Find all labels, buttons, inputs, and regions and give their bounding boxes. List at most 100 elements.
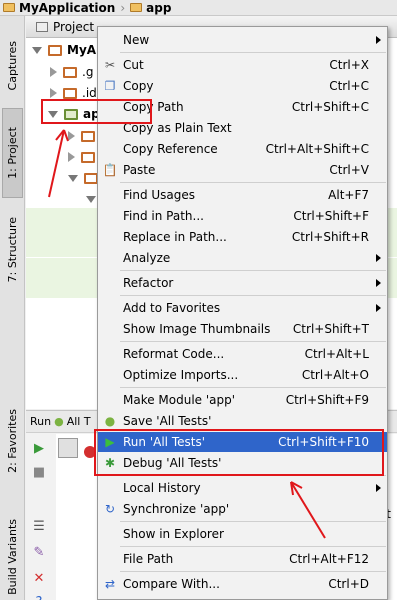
menu-item-label: Copy as Plain Text bbox=[123, 121, 232, 135]
menu-item-optimize-imports[interactable]: Optimize Imports... Ctrl+Alt+O bbox=[98, 365, 387, 385]
annotation-box-tests bbox=[94, 429, 384, 476]
menu-item-shortcut: Ctrl+Shift+F bbox=[293, 209, 369, 223]
tool-window-strip: Captures 1: Project 7: Structure 2: Favo… bbox=[0, 16, 25, 600]
folder-icon bbox=[63, 66, 77, 78]
project-view-icon bbox=[36, 21, 48, 32]
rerun-icon[interactable]: ▶ bbox=[31, 440, 47, 456]
menu-item-label: Local History bbox=[123, 481, 201, 495]
submenu-arrow-icon bbox=[376, 36, 381, 44]
tree-item-child[interactable] bbox=[68, 126, 100, 146]
menu-item-show-image-thumbnails[interactable]: Show Image Thumbnails Ctrl+Shift+T bbox=[98, 319, 387, 339]
menu-item-label: Show in Explorer bbox=[123, 527, 224, 541]
tab-captures[interactable]: Captures bbox=[2, 34, 23, 98]
tree-item-label: .id bbox=[82, 86, 97, 100]
tab-build-variants[interactable]: Build Variants bbox=[2, 514, 23, 600]
folder-icon bbox=[84, 172, 98, 184]
menu-item-make-module[interactable]: Make Module 'app' Ctrl+Shift+F9 bbox=[98, 390, 387, 410]
breadcrumb-project-label: MyApplication bbox=[19, 0, 116, 15]
folder-icon bbox=[130, 3, 143, 12]
layout-icon[interactable]: ☰ bbox=[31, 518, 47, 534]
tab-favorites[interactable]: 2: Favorites bbox=[2, 396, 23, 486]
paste-icon: 📋 bbox=[102, 163, 118, 177]
tree-item-gradle[interactable]: .g bbox=[50, 62, 93, 82]
menu-item-shortcut: Ctrl+Alt+Shift+C bbox=[265, 142, 369, 156]
folder-icon bbox=[81, 130, 95, 142]
expand-icon[interactable] bbox=[86, 195, 96, 203]
android-icon: ● bbox=[54, 415, 64, 428]
run-label: Run bbox=[30, 415, 52, 428]
tab-project[interactable]: 1: Project bbox=[2, 108, 23, 198]
tab-build-variants-label: Build Variants bbox=[6, 519, 19, 595]
menu-item-file-path[interactable]: File Path Ctrl+Alt+F12 bbox=[98, 549, 387, 569]
pin-icon[interactable]: ✎ bbox=[31, 544, 47, 560]
tab-project-label: 1: Project bbox=[6, 127, 19, 179]
menu-item-analyze[interactable]: Analyze bbox=[98, 248, 387, 268]
tab-captures-label: Captures bbox=[6, 41, 19, 91]
menu-item-replace-in-path[interactable]: Replace in Path... Ctrl+Shift+R bbox=[98, 227, 387, 247]
menu-item-shortcut: Ctrl+X bbox=[329, 58, 369, 72]
collapse-icon[interactable] bbox=[68, 131, 75, 141]
folder-icon bbox=[48, 44, 62, 56]
menu-item-reformat-code[interactable]: Reformat Code... Ctrl+Alt+L bbox=[98, 344, 387, 364]
submenu-arrow-icon bbox=[376, 279, 381, 287]
menu-item-copy-reference[interactable]: Copy Reference Ctrl+Alt+Shift+C bbox=[98, 139, 387, 159]
menu-item-save-all-tests[interactable]: ● Save 'All Tests' bbox=[98, 411, 387, 431]
submenu-arrow-icon bbox=[376, 484, 381, 492]
menu-separator bbox=[120, 521, 386, 522]
collapse-icon[interactable] bbox=[68, 152, 75, 162]
expand-icon[interactable] bbox=[32, 46, 42, 54]
breadcrumb-separator: › bbox=[120, 0, 126, 15]
tab-favorites-label: 2: Favorites bbox=[6, 409, 19, 473]
expand-icon[interactable] bbox=[68, 174, 78, 182]
menu-item-compare-with[interactable]: ⇄ Compare With... Ctrl+D bbox=[98, 574, 387, 594]
tree-item-root[interactable]: MyAp bbox=[32, 40, 105, 60]
breadcrumb-module[interactable]: app bbox=[127, 0, 174, 16]
breadcrumb-project[interactable]: MyApplication bbox=[0, 0, 118, 16]
menu-item-shortcut: Ctrl+C bbox=[329, 79, 369, 93]
copy-icon: ❐ bbox=[104, 79, 116, 93]
stop-icon[interactable]: ■ bbox=[31, 464, 47, 480]
tree-item-child[interactable] bbox=[68, 147, 100, 167]
android-test-icon: ● bbox=[104, 414, 116, 428]
menu-separator bbox=[120, 270, 386, 271]
help-icon[interactable]: ? bbox=[31, 594, 47, 600]
menu-item-local-history[interactable]: Local History bbox=[98, 478, 387, 498]
menu-item-label: Refactor bbox=[123, 276, 174, 290]
menu-item-copy[interactable]: ❐ Copy Ctrl+C bbox=[98, 76, 387, 96]
menu-item-add-to-favorites[interactable]: Add to Favorites bbox=[98, 298, 387, 318]
sync-icon: ↻ bbox=[104, 502, 116, 516]
close-icon[interactable]: ✕ bbox=[31, 570, 47, 586]
run-tab-label[interactable]: All T bbox=[67, 415, 91, 428]
menu-separator bbox=[120, 387, 386, 388]
menu-item-find-in-path[interactable]: Find in Path... Ctrl+Shift+F bbox=[98, 206, 387, 226]
collapse-icon[interactable] bbox=[50, 67, 57, 77]
breadcrumb-module-label: app bbox=[146, 0, 172, 15]
breadcrumb: MyApplication › app bbox=[0, 0, 397, 16]
menu-item-shortcut: Ctrl+Shift+R bbox=[291, 230, 369, 244]
test-filter-icon[interactable] bbox=[58, 438, 78, 458]
menu-separator bbox=[120, 341, 386, 342]
tab-structure-label: 7: Structure bbox=[6, 217, 19, 283]
menu-separator bbox=[120, 182, 386, 183]
folder-icon bbox=[63, 87, 77, 99]
collapse-icon[interactable] bbox=[50, 88, 57, 98]
tree-item-label: .g bbox=[82, 65, 94, 79]
project-panel-title: Project bbox=[53, 19, 95, 34]
menu-item-show-in-explorer[interactable]: Show in Explorer bbox=[98, 524, 387, 544]
folder-icon bbox=[81, 151, 95, 163]
tab-structure[interactable]: 7: Structure bbox=[2, 206, 23, 294]
menu-item-find-usages[interactable]: Find Usages Alt+F7 bbox=[98, 185, 387, 205]
menu-item-synchronize[interactable]: ↻ Synchronize 'app' bbox=[98, 499, 387, 519]
menu-item-shortcut: Ctrl+V bbox=[329, 163, 369, 177]
menu-item-refactor[interactable]: Refactor bbox=[98, 273, 387, 293]
menu-item-label: Add to Favorites bbox=[123, 301, 221, 315]
menu-item-cut[interactable]: ✂ Cut Ctrl+X bbox=[98, 55, 387, 75]
menu-item-paste[interactable]: 📋 Paste Ctrl+V bbox=[98, 160, 387, 180]
submenu-arrow-icon bbox=[376, 304, 381, 312]
menu-item-shortcut: Ctrl+Alt+O bbox=[301, 368, 369, 382]
menu-item-shortcut: Ctrl+Alt+L bbox=[304, 347, 369, 361]
menu-item-shortcut: Ctrl+D bbox=[328, 577, 369, 591]
menu-item-label: New bbox=[123, 33, 150, 47]
menu-item-new[interactable]: New bbox=[98, 30, 387, 50]
folder-icon bbox=[3, 3, 15, 12]
